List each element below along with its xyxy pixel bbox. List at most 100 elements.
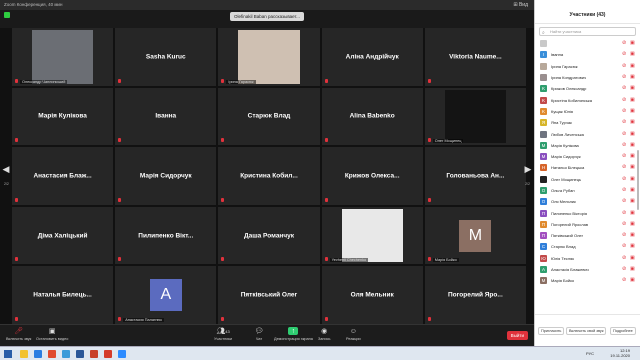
app-icon[interactable] [62,350,70,358]
participant-tile[interactable]: Марія Сидорчук [115,147,217,205]
participant-row[interactable]: Ю Юлія Тесляк ⊘ ▣ [535,253,640,264]
participant-tile[interactable]: Олександр Чаплинський [12,28,114,86]
participant-name: Марія Кулікова [38,112,87,120]
participant-tile[interactable]: Наталья Билець... [12,266,114,324]
unmute-me-button[interactable]: Включить свой звук [566,327,607,335]
participant-tile[interactable]: Анастасия Блаж... [12,147,114,205]
participant-row[interactable]: M Марія Сидорчук ⊘ ▣ [535,151,640,162]
zoom-icon[interactable] [118,350,126,358]
participant-avatar [540,40,547,48]
prev-page-arrow[interactable]: ◀ [2,160,10,178]
participant-row[interactable]: Ірина Кондратович ⊘ ▣ [535,72,640,83]
mic-muted-icon [427,78,431,83]
participant-avatar [540,130,547,138]
record-button[interactable]: ◉ Запись [318,327,330,341]
participant-tile[interactable]: Аліна Андрійчук [321,28,423,86]
participant-row[interactable]: Любов Личенська ⊘ ▣ [535,128,640,139]
file-explorer-icon[interactable] [20,350,28,358]
participant-tile[interactable]: Viktoria Naume... [424,28,526,86]
unmute-button[interactable]: 🎤︎ Включить звук [6,327,31,341]
participant-name: Кристина Кобил... [240,172,298,180]
participant-row[interactable]: Ірина Гарасюк ⊘ ▣ [535,61,640,72]
mic-muted-icon [221,78,225,83]
mic-muted-icon [427,257,431,262]
participant-row[interactable]: K Кущак Юлія ⊘ ▣ [535,106,640,117]
participant-tile[interactable]: Діма Халіцький [12,206,114,265]
participant-row[interactable]: K Крижов Олександр ⊘ ▣ [535,83,640,94]
participant-row[interactable]: O Оля Мельник ⊘ ▣ [535,196,640,207]
participant-name: Наталья Білецька [551,165,585,171]
participant-row[interactable]: ⊘ ▣ [535,38,640,49]
participant-name: Старюк Влад [551,244,576,250]
participants-button[interactable]: 👥︎ 43 Участники [214,327,232,341]
participant-tile[interactable]: Крижов Олекса... [321,147,423,205]
participant-row[interactable]: П Пятківський Олег ⊘ ▣ [535,230,640,241]
participant-tile[interactable]: Alina Babenko [321,87,423,146]
stop-video-button[interactable]: ▣ Остановить видео [36,327,68,341]
gallery-grid: Олександр Чаплинський Sasha Kuruc Ірина Га… [12,28,526,324]
participant-tile[interactable]: Іванна [115,87,217,146]
mic-muted-icon: ⊘ [622,164,627,171]
app-icon[interactable] [104,350,112,358]
share-screen-button[interactable]: ↑ Демонстрация экрана [274,327,313,341]
mic-muted-icon [427,197,431,202]
invite-button[interactable]: Пригласить [538,327,565,335]
participant-row[interactable]: H Наталья Білецька ⊘ ▣ [535,162,640,173]
participant-row[interactable]: П Погорелий Ярослав ⊘ ▣ [535,219,640,230]
reactions-label: Реакции [346,337,361,341]
participant-tile[interactable]: Sasha Kuruc [115,28,217,86]
chat-label: Чат [255,337,263,341]
input-language[interactable]: РУС [586,351,594,356]
participant-name: Діма Халіцький [37,232,88,240]
participant-row[interactable]: A Анастасія Блажевич ⊘ ▣ [535,264,640,275]
next-page-arrow[interactable]: ▶ [524,160,532,178]
more-button[interactable]: Подробнее [610,327,636,335]
participant-tile[interactable]: Олег Мощинец [424,87,526,146]
participant-tile[interactable]: Yevhenii Chechenko [321,206,423,265]
participant-row[interactable]: C Старюк Влад ⊘ ▣ [535,241,640,252]
participant-tile[interactable]: Даша Романчук [218,206,320,265]
mic-muted-icon: ⊘ [622,277,627,284]
app-icon[interactable] [48,350,56,358]
participant-row[interactable]: K Кристіна Кобилянська ⊘ ▣ [535,94,640,105]
participant-name-tag: Олег Мощинец [432,139,464,144]
participant-row[interactable]: П Пилипенко Вікторія ⊘ ▣ [535,207,640,218]
participant-row[interactable]: Олег Мощинець ⊘ ▣ [535,174,640,185]
taskbar-clock[interactable]: 12:19 19.11.2020 [610,348,630,358]
participant-list-scrollbar[interactable] [637,150,639,210]
reactions-button[interactable]: ☺ Реакции [346,327,361,342]
participant-tile[interactable]: Пятківський Олег [218,266,320,324]
view-button[interactable]: ⊞ Вид [513,0,528,10]
participant-tile[interactable]: Ірина Гарасюк [218,28,320,86]
participant-name: Пятківський Олег [240,291,298,299]
participant-row[interactable]: Я Яна Турчак ⊘ ▣ [535,117,640,128]
participant-tile[interactable]: A Анастасия Палагнюк [115,266,217,324]
page-indicator-left: 2/2 [4,182,9,186]
participant-tile[interactable]: Марія Кулікова [12,87,114,146]
participant-tile[interactable]: Голованьова Ан... [424,147,526,205]
participant-tile[interactable]: Оля Мельник [321,266,423,324]
mic-muted-icon [221,316,225,321]
participant-tile[interactable]: Пилипенко Вікт... [115,206,217,265]
windows-start-icon[interactable] [4,350,12,358]
participant-row[interactable]: M Марія Кулікова ⊘ ▣ [535,140,640,151]
participant-tile[interactable]: Старюк Влад [218,87,320,146]
participant-row[interactable]: I Іванна ⊘ ▣ [535,49,640,60]
participant-search-input[interactable]: ⌕ Найти участника [539,27,636,36]
encryption-shield-icon[interactable] [4,12,10,18]
end-meeting-button[interactable]: Выйти [506,331,528,340]
participant-tile[interactable]: Погорелий Яро... [424,266,526,324]
participant-name: Марія Кулікова [551,142,579,148]
participant-tile[interactable]: M Марія Бойко [424,206,526,265]
mic-muted-icon: ⊘ [622,141,627,148]
video-off-icon: ▣ [630,130,635,137]
participant-name: Кущак Юлія [551,108,573,114]
participant-row[interactable]: M Марія Бойко ⊘ ▣ [535,275,640,286]
chat-button[interactable]: 💬︎ Чат [254,327,264,341]
powerpoint-icon[interactable] [90,350,98,358]
participant-tile[interactable]: Кристина Кобил... [218,147,320,205]
participant-name-tag: Анастасия Палагнюк [123,317,164,322]
browser-icon[interactable] [34,350,42,358]
word-icon[interactable] [76,350,84,358]
participant-row[interactable]: O Ольга Рубан ⊘ ▣ [535,185,640,196]
